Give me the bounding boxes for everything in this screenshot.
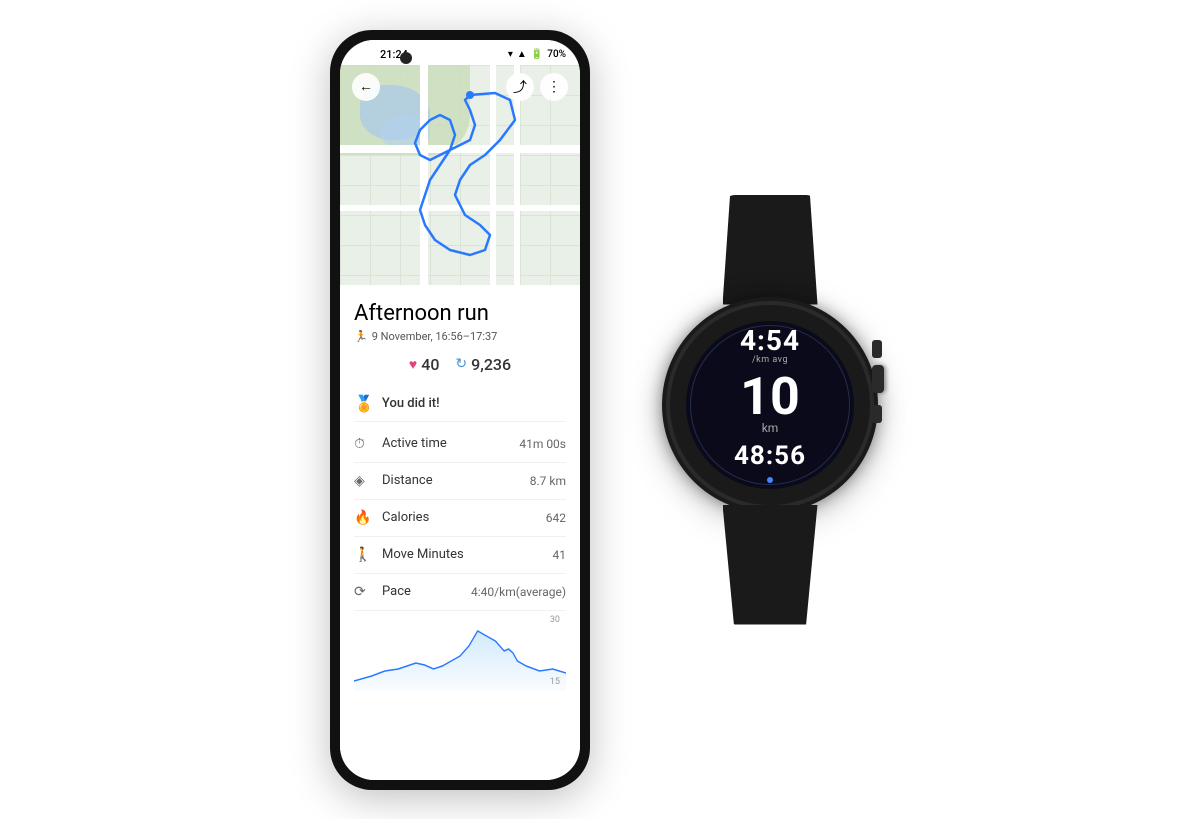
metric-distance: ◈ Distance 8.7 km bbox=[354, 463, 566, 500]
achievement-row: 🏅 You did it! bbox=[354, 386, 566, 422]
calories-label: Calories bbox=[382, 510, 546, 525]
watch-body: 4:54 /km avg 10 km 48:56 bbox=[670, 305, 870, 505]
chart-area: 30 15 bbox=[354, 611, 566, 691]
watch-distance-unit: km bbox=[762, 421, 779, 435]
steps-icon: ↻ bbox=[455, 356, 467, 372]
watch-crown bbox=[872, 365, 884, 393]
move-minutes-label: Move Minutes bbox=[382, 547, 553, 562]
watch-screen: 4:54 /km avg 10 km 48:56 bbox=[686, 321, 854, 489]
phone-device: 21:24 ▾ ▲ 🔋 70% bbox=[330, 30, 590, 790]
active-time-value: 41m 00s bbox=[519, 437, 566, 451]
active-time-label: Active time bbox=[382, 436, 519, 451]
watch-distance: 10 bbox=[740, 371, 800, 423]
activity-title: Afternoon run bbox=[354, 301, 566, 326]
signal-icon: ▲ bbox=[517, 49, 527, 60]
watch-button-bottom bbox=[872, 405, 882, 423]
pace-value: 4:40/km(average) bbox=[471, 585, 566, 599]
steps-stat: ↻ 9,236 bbox=[455, 355, 511, 374]
phone-camera bbox=[400, 52, 412, 64]
watch-pace-label: /km avg bbox=[752, 355, 788, 365]
calories-value: 642 bbox=[546, 511, 566, 525]
pace-label: Pace bbox=[382, 584, 471, 599]
more-button[interactable]: ⋮ bbox=[540, 73, 568, 101]
watch-time: 48:56 bbox=[734, 441, 806, 471]
watch-button-top bbox=[872, 340, 882, 358]
scene: 21:24 ▾ ▲ 🔋 70% bbox=[0, 0, 1200, 819]
chart-label-top: 30 bbox=[550, 615, 560, 625]
watch-indicator-dot bbox=[767, 477, 773, 483]
heart-stat: ♥ 40 bbox=[409, 355, 440, 374]
watch-device: 4:54 /km avg 10 km 48:56 bbox=[670, 195, 870, 625]
share-button[interactable]: ⤴ bbox=[506, 73, 534, 101]
status-icons: ▾ ▲ 🔋 70% bbox=[508, 49, 566, 60]
activity-subtitle: 🏃 9 November, 16:56–17:37 bbox=[354, 330, 566, 343]
chart-label-bottom: 15 bbox=[550, 677, 560, 687]
distance-label: Distance bbox=[382, 473, 530, 488]
move-minutes-value: 41 bbox=[553, 548, 567, 562]
watch-strap-bottom bbox=[723, 505, 818, 625]
metric-pace: ⟳ Pace 4:40/km(average) bbox=[354, 574, 566, 611]
steps-count: 9,236 bbox=[471, 355, 511, 374]
map-area: ← ⤴ ⋮ bbox=[340, 65, 580, 285]
chart-svg bbox=[354, 611, 566, 691]
metric-calories: 🔥 Calories 642 bbox=[354, 500, 566, 537]
move-minutes-icon: 🚶 bbox=[354, 547, 374, 563]
pace-icon: ⟳ bbox=[354, 584, 374, 600]
metric-move-minutes: 🚶 Move Minutes 41 bbox=[354, 537, 566, 574]
activity-stats-row: ♥ 40 ↻ 9,236 bbox=[354, 355, 566, 374]
status-bar: 21:24 ▾ ▲ 🔋 70% bbox=[340, 40, 580, 65]
battery-level: 70% bbox=[547, 49, 566, 60]
activity-datetime: 9 November, 16:56–17:37 bbox=[372, 330, 498, 343]
distance-icon: ◈ bbox=[354, 473, 374, 489]
back-button[interactable]: ← bbox=[352, 73, 380, 101]
phone-screen: 21:24 ▾ ▲ 🔋 70% bbox=[340, 40, 580, 780]
achievement-text: You did it! bbox=[382, 396, 440, 411]
heart-count: 40 bbox=[421, 355, 439, 374]
achievement-icon: 🏅 bbox=[354, 394, 374, 413]
calories-icon: 🔥 bbox=[354, 510, 374, 526]
map-actions: ← ⤴ ⋮ bbox=[340, 65, 580, 109]
watch-pace: 4:54 bbox=[740, 327, 800, 355]
heart-icon: ♥ bbox=[409, 356, 417, 373]
active-time-icon: ⏱ bbox=[354, 436, 374, 452]
map-action-right: ⤴ ⋮ bbox=[506, 73, 568, 101]
battery-icon: 🔋 bbox=[531, 49, 543, 60]
metric-active-time: ⏱ Active time 41m 00s bbox=[354, 426, 566, 463]
wifi-icon: ▾ bbox=[508, 49, 513, 60]
distance-value: 8.7 km bbox=[530, 474, 566, 488]
activity-type-icon: 🏃 bbox=[354, 330, 368, 343]
watch-strap-top bbox=[723, 195, 818, 305]
phone-content: Afternoon run 🏃 9 November, 16:56–17:37 … bbox=[340, 285, 580, 780]
